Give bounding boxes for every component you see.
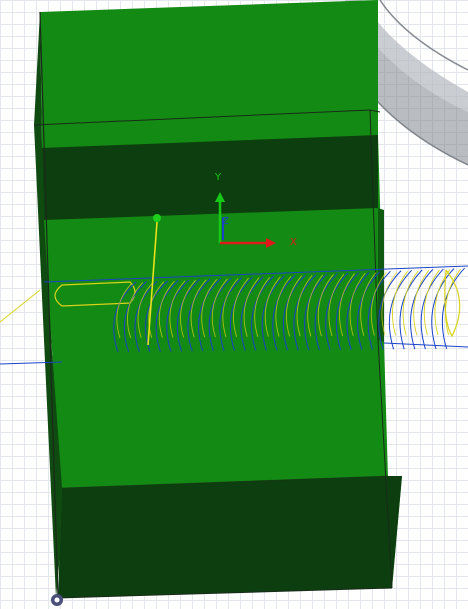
- origin-icon[interactable]: [51, 594, 63, 606]
- thread-bottom-rail: [383, 342, 468, 348]
- scene-canvas[interactable]: Y X Z: [0, 0, 468, 609]
- body-lower-band: [58, 476, 402, 598]
- 3d-viewport[interactable]: Y X Z: [0, 0, 468, 609]
- sketch-line-yellow: [0, 289, 41, 323]
- axis-label-x: X: [290, 237, 297, 248]
- axis-label-y: Y: [214, 172, 222, 183]
- green-body[interactable]: [33, 0, 402, 599]
- axis-label-z: Z: [222, 216, 229, 227]
- body-upper-band: [42, 135, 378, 220]
